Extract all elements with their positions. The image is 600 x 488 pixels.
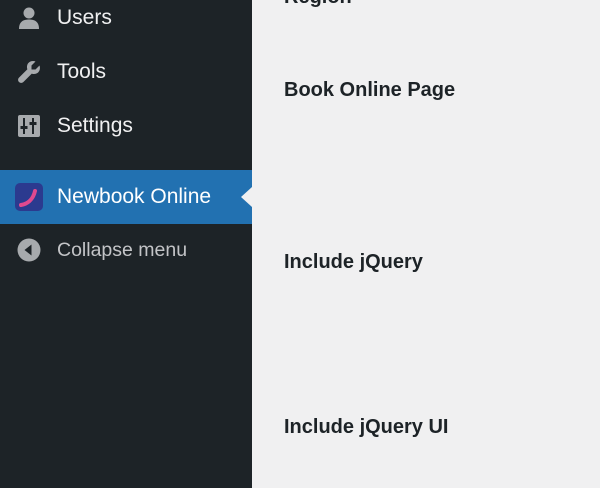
sidebar-item-newbook-online[interactable]: Newbook Online (0, 170, 252, 224)
sidebar-item-settings[interactable]: Settings (0, 100, 252, 152)
include-jquery-label: Include jQuery (284, 251, 423, 273)
sidebar-item-label: Tools (57, 60, 107, 83)
sidebar-item-label: Settings (57, 114, 133, 137)
admin-sidebar: Users Tools Settings Newbook Online Coll… (0, 0, 252, 488)
admin-page: Users Tools Settings Newbook Online Coll… (0, 0, 600, 488)
sidebar-item-label: Newbook Online (57, 185, 212, 208)
settings-content: Region Book Online Page Include jQuery I… (252, 0, 600, 488)
book-online-page-label: Book Online Page (284, 79, 456, 101)
users-icon (14, 3, 44, 33)
sidebar-item-label: Users (57, 6, 112, 29)
collapse-arrow-icon (14, 235, 44, 265)
include-jquery-ui-label: Include jQuery UI (284, 416, 449, 438)
collapse-menu-button[interactable]: Collapse menu (0, 224, 252, 276)
newbook-logo-icon (14, 182, 44, 212)
active-indicator-arrow (241, 187, 252, 207)
sidebar-item-users[interactable]: Users (0, 0, 252, 44)
settings-sliders-icon (14, 111, 44, 141)
sidebar-item-tools[interactable]: Tools (0, 46, 252, 98)
wrench-icon (14, 57, 44, 87)
sidebar-item-label: Collapse menu (57, 238, 188, 261)
region-label: Region (284, 0, 352, 9)
